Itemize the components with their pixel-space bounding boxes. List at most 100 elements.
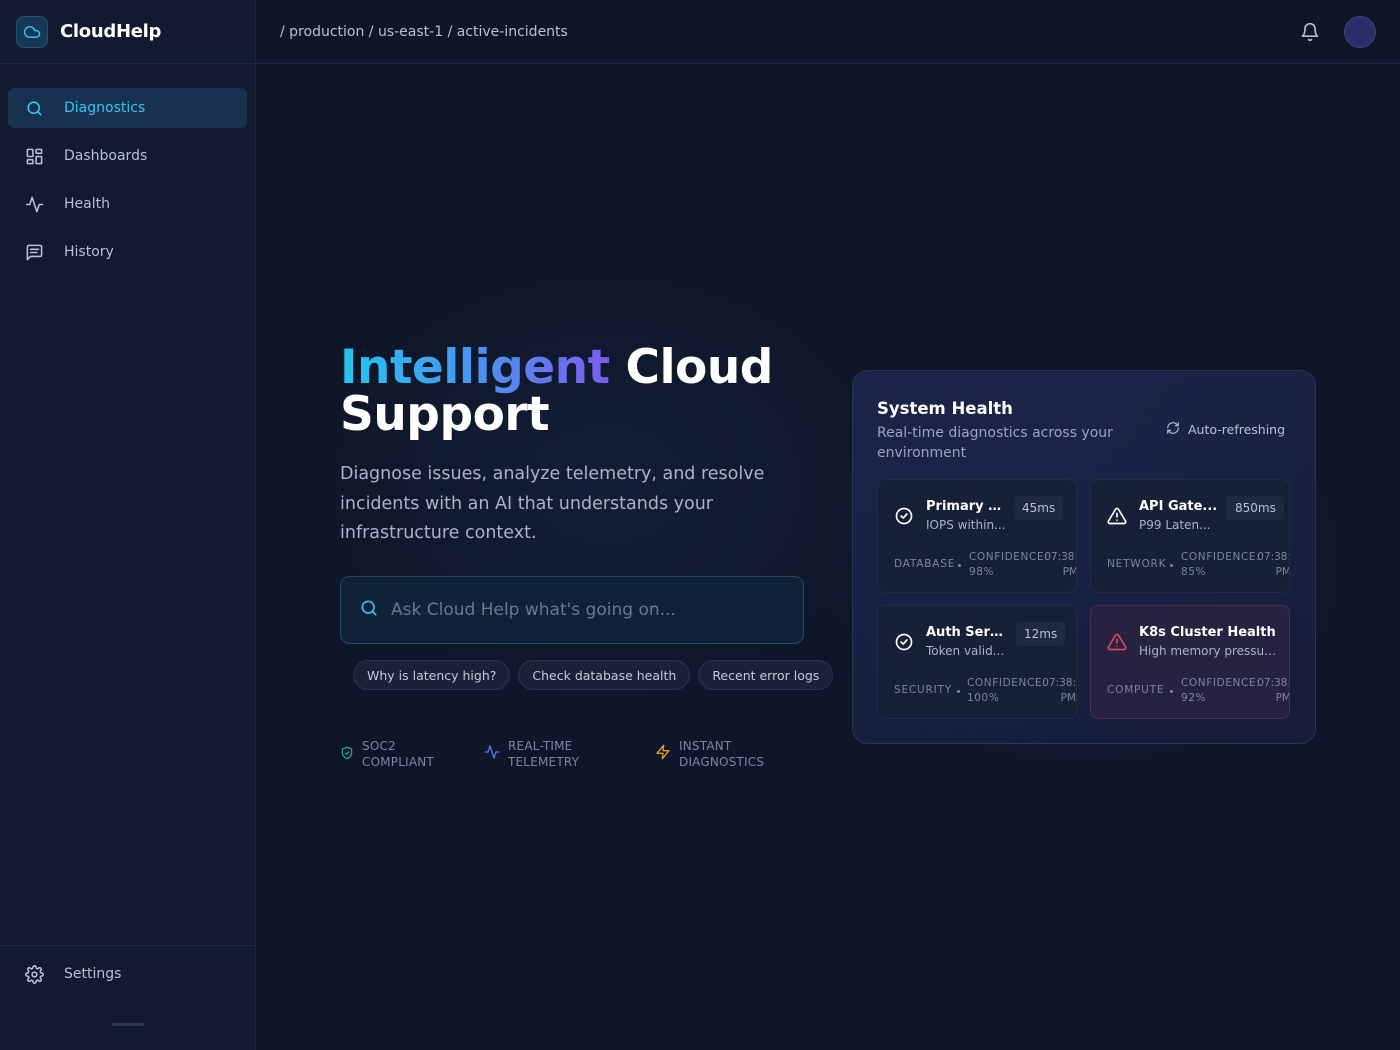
alert-triangle-icon <box>1107 506 1127 526</box>
separator-dot <box>957 690 960 693</box>
sidebar-item-dashboards[interactable]: Dashboards <box>8 136 247 176</box>
sidebar: CloudHelp Diagnostics Dashboards Health … <box>0 0 256 1050</box>
sidebar-footer: Settings <box>0 945 255 1050</box>
health-card-footer: SECURITY CONFIDENCE: 100% 07:38: PM <box>894 676 1076 708</box>
health-card-desc: P99 Laten... <box>1139 518 1211 532</box>
confidence-value: CONFIDENCE: 85% <box>1181 550 1260 580</box>
panel-subtitle: Real-time diagnostics across your enviro… <box>877 425 1113 461</box>
sidebar-item-label: History <box>64 244 114 260</box>
confidence-percent: 92% <box>1181 692 1207 704</box>
search-icon <box>359 598 379 622</box>
timestamp: 07:38: PM <box>1044 550 1077 580</box>
health-card-footer: NETWORK CONFIDENCE: 85% 07:38: PM <box>1107 550 1290 582</box>
health-card-name: Auth Servi... <box>926 625 1006 640</box>
badge-line: DIAGNOSTICS <box>679 755 765 769</box>
main-content: Intelligent Cloud Support Diagnose issue… <box>256 64 1400 1050</box>
cloud-logo-icon <box>16 15 48 48</box>
badge-line: REAL-TIME <box>508 739 573 753</box>
feature-badge-telemetry: REAL-TIME TELEMETRY <box>484 738 579 770</box>
badge-line: SOC2 <box>362 739 396 753</box>
confidence-label: CONFIDENCE: <box>1181 677 1261 689</box>
page-title: Intelligent Cloud Support <box>340 344 810 438</box>
check-circle-icon <box>894 632 914 652</box>
activity-icon <box>24 194 44 214</box>
suggestion-chip[interactable]: Check database health <box>518 660 691 690</box>
sidebar-item-label: Settings <box>64 966 122 982</box>
brand[interactable]: CloudHelp <box>0 0 255 64</box>
health-card-desc: Token valid... <box>926 644 1005 658</box>
sidebar-resize-handle[interactable] <box>112 1023 144 1026</box>
confidence-value: CONFIDENCE: 100% <box>967 676 1046 706</box>
timestamp-period: PM <box>1060 692 1076 704</box>
health-card-desc: High memory pressur... <box>1139 644 1279 658</box>
health-card-footer: COMPUTE CONFIDENCE: 92% 07:38: PM <box>1107 676 1290 708</box>
dashboard-icon <box>24 146 44 166</box>
check-circle-icon <box>894 506 914 526</box>
health-card-name: API Gate... <box>1139 499 1218 514</box>
brand-name: CloudHelp <box>60 21 162 42</box>
category-label: COMPUTE <box>1107 684 1165 696</box>
confidence-percent: 85% <box>1181 566 1207 578</box>
health-card-network[interactable]: API Gate... P99 Laten... 850ms NETWORK C… <box>1090 479 1290 593</box>
suggestion-chips: Why is latency high? Check database heal… <box>353 660 834 690</box>
alert-triangle-icon <box>1107 632 1127 652</box>
sidebar-item-settings[interactable]: Settings <box>8 954 247 994</box>
search-input[interactable] <box>391 600 791 620</box>
shield-check-icon <box>340 745 354 764</box>
timestamp: 07:38: PM <box>1042 676 1076 706</box>
timestamp: 07:38: PM <box>1257 550 1290 580</box>
suggestion-chip[interactable]: Why is latency high? <box>353 660 511 690</box>
category-label: SECURITY <box>894 684 952 696</box>
health-card-footer: DATABASE CONFIDENCE: 98% 07:38: PM <box>894 550 1077 582</box>
sidebar-item-label: Diagnostics <box>64 100 146 116</box>
hero-subtitle: Diagnose issues, analyze telemetry, and … <box>340 464 765 543</box>
breadcrumb[interactable]: / production / us-east-1 / active-incide… <box>280 24 568 40</box>
refresh-icon <box>1166 421 1180 438</box>
top-header: / production / us-east-1 / active-incide… <box>256 0 1400 64</box>
sidebar-item-history[interactable]: History <box>8 232 247 272</box>
hero: Intelligent Cloud Support Diagnose issue… <box>340 344 810 549</box>
system-health-panel: System Health Real-time diagnostics acro… <box>852 370 1316 744</box>
health-card-desc: IOPS within... <box>926 518 1006 532</box>
panel-title: System Health <box>877 399 1013 418</box>
timestamp-period: PM <box>1275 566 1290 578</box>
confidence-percent: 98% <box>969 566 995 578</box>
auto-refresh-label: Auto-refreshing <box>1188 422 1286 437</box>
confidence-value: CONFIDENCE: 92% <box>1181 676 1260 706</box>
health-card-database[interactable]: Primary D... IOPS within... 45ms DATABAS… <box>877 479 1077 593</box>
confidence-percent: 100% <box>967 692 1000 704</box>
history-icon <box>24 242 44 262</box>
feature-badges: SOC2 COMPLIANT REAL-TIME TELEMETRY INSTANT… <box>340 738 810 772</box>
timestamp: 07:38: PM <box>1257 676 1290 706</box>
timestamp-period: PM <box>1062 566 1077 578</box>
badge-line: INSTANT <box>679 739 732 753</box>
avatar[interactable] <box>1344 16 1376 48</box>
sidebar-item-label: Dashboards <box>64 148 148 164</box>
badge-line: COMPLIANT <box>362 755 434 769</box>
latency-badge: 45ms <box>1014 496 1064 520</box>
timestamp-period: PM <box>1275 692 1290 704</box>
feature-badge-diagnostics: INSTANT DIAGNOSTICS <box>655 738 764 770</box>
separator-dot <box>958 564 961 567</box>
timestamp-time: 07:38: <box>1042 677 1076 689</box>
suggestion-chip[interactable]: Recent error logs <box>698 660 834 690</box>
latency-badge: 12ms <box>1016 622 1066 646</box>
auto-refresh-indicator[interactable]: Auto-refreshing <box>1166 421 1285 438</box>
health-card-security[interactable]: Auth Servi... Token valid... 12ms SECURI… <box>877 605 1077 719</box>
health-card-compute[interactable]: K8s Cluster Health High memory pressur..… <box>1090 605 1290 719</box>
confidence-label: CONFIDENCE: <box>969 551 1049 563</box>
bolt-icon <box>655 744 671 764</box>
sidebar-item-label: Health <box>64 196 110 212</box>
sidebar-item-diagnostics[interactable]: Diagnostics <box>8 88 247 128</box>
badge-line: TELEMETRY <box>508 755 580 769</box>
search-icon <box>24 98 44 118</box>
bell-icon[interactable] <box>1300 22 1320 42</box>
confidence-value: CONFIDENCE: 98% <box>969 550 1048 580</box>
category-label: NETWORK <box>1107 558 1167 570</box>
timestamp-time: 07:38: <box>1044 551 1077 563</box>
title-word: Cloud <box>625 340 773 395</box>
sidebar-nav: Diagnostics Dashboards Health History <box>0 64 255 272</box>
title-word: Support <box>340 387 550 442</box>
sidebar-item-health[interactable]: Health <box>8 184 247 224</box>
ask-search-box[interactable] <box>340 576 804 644</box>
